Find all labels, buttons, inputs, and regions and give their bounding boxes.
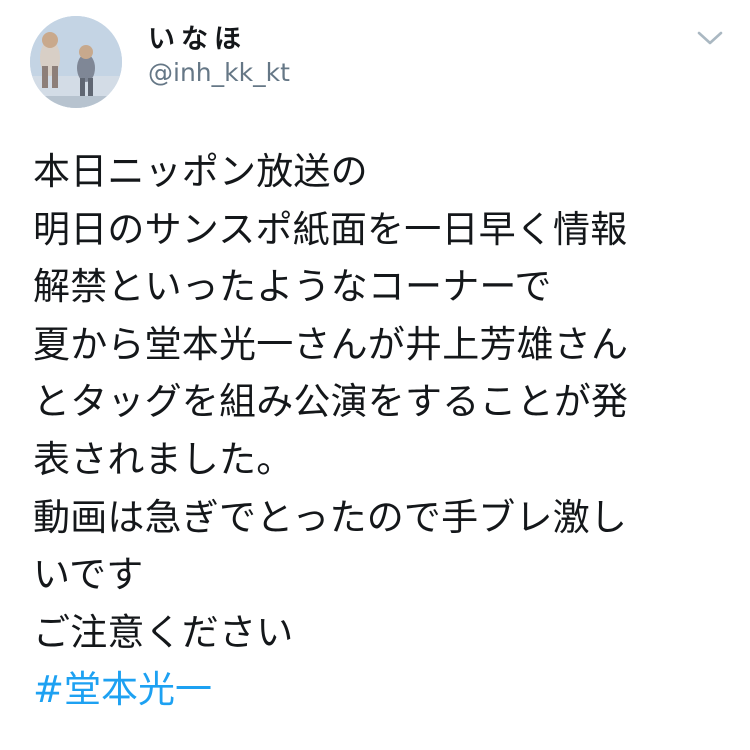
- tweet-text-line: 本日ニッポン放送の: [33, 150, 368, 193]
- tweet-text-line: 動画は急ぎでとったので手ブレ激し: [33, 495, 628, 539]
- tweet-text-line: とタッグを組み公演をすることが発: [33, 380, 629, 424]
- avatar-photo: [30, 16, 122, 108]
- hashtag-link[interactable]: #堂本光一: [33, 661, 733, 719]
- tweet-card: いなほ @inh_kk_kt 本日ニッポン放送の 明日のサンスポ紙面を一日早く情…: [0, 0, 750, 750]
- tweet-text-line: 夏から堂本光一さんが井上芳雄さん: [33, 322, 629, 366]
- tweet-text-line: 明日のサンスポ紙面を一日早く情報: [33, 207, 628, 251]
- tweet-text: 本日ニッポン放送の 明日のサンスポ紙面を一日早く情報 解禁といったようなコーナー…: [33, 143, 733, 719]
- tweet-text-line: 解禁といったようなコーナーで: [33, 265, 552, 309]
- tweet-text-line: いです: [33, 553, 144, 597]
- tweet-text-line: ご注意ください: [33, 610, 294, 654]
- tweet-text-line: 表されました。: [33, 437, 294, 481]
- avatar[interactable]: [30, 16, 122, 108]
- user-handle[interactable]: @inh_kk_kt: [148, 58, 290, 88]
- chevron-down-icon[interactable]: [695, 26, 725, 50]
- display-name[interactable]: いなほ: [148, 24, 247, 56]
